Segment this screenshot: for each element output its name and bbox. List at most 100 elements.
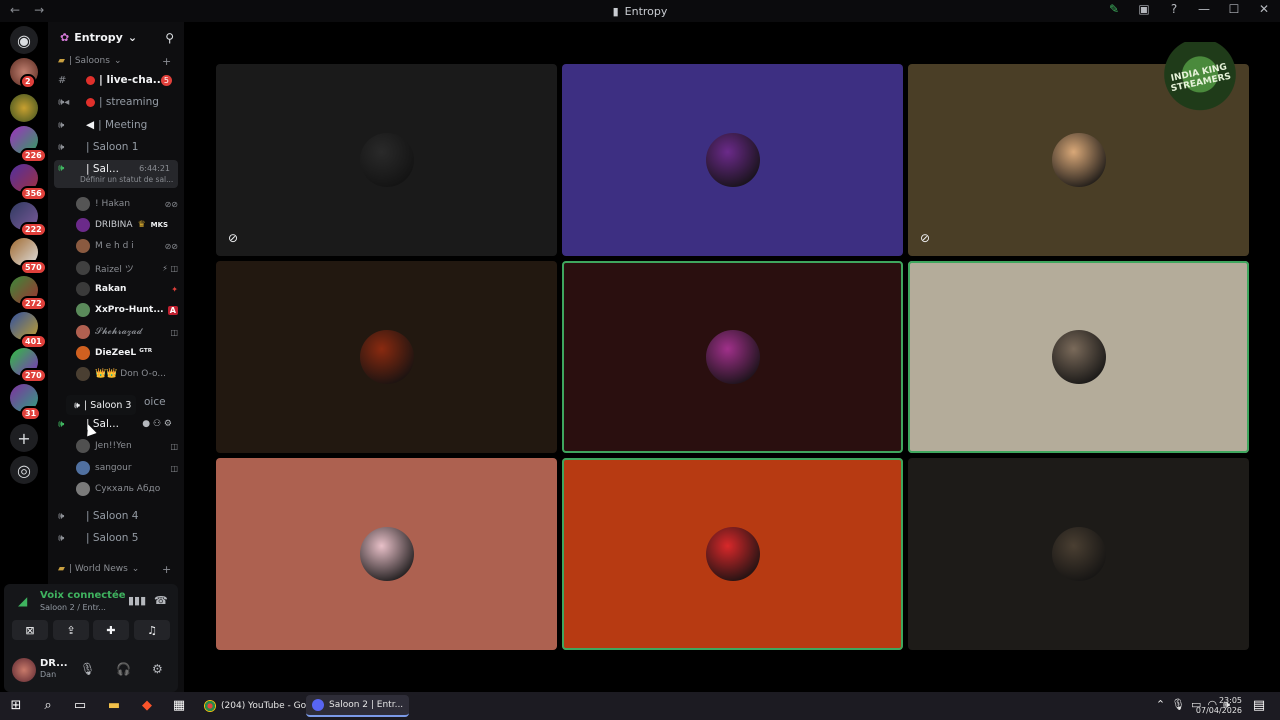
red-dot-icon — [86, 97, 95, 107]
channel-saloon-5[interactable]: 🕪 | Saloon 5 — [54, 528, 178, 548]
voice-user[interactable]: 𝓢𝓱𝓮𝓱𝓻𝓪𝔃𝓪𝓭 ◫ — [76, 322, 178, 342]
participant-tile[interactable] — [908, 458, 1249, 650]
channel-status-prompt[interactable]: Définir un statut de sal... — [80, 175, 173, 184]
server-header[interactable]: ✿ Entropy ⌄ ⚲ — [48, 22, 184, 52]
avatar[interactable] — [12, 658, 36, 682]
activities-button[interactable]: ✚ — [93, 620, 129, 640]
folder-icon: ▰ — [58, 56, 65, 66]
channel-live-chat[interactable]: # | live-cha... 5 — [54, 70, 178, 90]
channel-streaming[interactable]: 🕪◂ | streaming — [54, 92, 178, 112]
add-channel-icon[interactable]: + — [162, 563, 171, 576]
maximize-button[interactable]: ☐ — [1226, 2, 1242, 16]
channel-saloon-hover[interactable]: 🕪 | Sal... ● ⚇ ⚙ — [54, 414, 178, 434]
discover-icon[interactable]: ◎ — [10, 456, 38, 484]
voice-user[interactable]: M e h d i ⊘⊘ — [76, 236, 178, 256]
signal-icon[interactable]: ◢ — [18, 594, 27, 608]
user-name[interactable]: DR... — [40, 658, 68, 669]
inbox-icon[interactable]: ▣ — [1136, 2, 1152, 16]
avatar — [1051, 527, 1106, 581]
clock[interactable]: 23:05 07/04/2026 — [1196, 696, 1242, 716]
participant-tile[interactable] — [908, 261, 1249, 453]
username: Jen!!Yen — [95, 441, 132, 451]
logo-text: INDIA KING STREAMERS — [1170, 62, 1233, 95]
task-view-icon[interactable]: ▭ — [71, 698, 89, 714]
speaker-icon: 🕪 — [58, 532, 65, 544]
soundboard-button[interactable]: ♫ — [134, 620, 170, 640]
chevron-up-icon[interactable]: ⌃ — [1156, 698, 1165, 712]
server-icon[interactable] — [10, 94, 38, 122]
chevron-down-icon: ⌄ — [113, 56, 122, 66]
channel-meeting[interactable]: 🕪 ◀ | Meeting — [54, 115, 178, 135]
minimize-button[interactable]: — — [1196, 2, 1212, 16]
discord-home-icon[interactable]: ◉ — [10, 26, 38, 54]
speaker-icon: 🕪 — [58, 418, 65, 430]
calendar-app-icon[interactable]: ▦ — [170, 698, 188, 714]
participant-tile[interactable]: ⊘ — [216, 64, 557, 256]
notifications-icon[interactable]: ▤ — [1250, 698, 1268, 714]
user-status: Dan — [40, 670, 57, 679]
invite-icon[interactable]: ⚲ — [165, 31, 174, 45]
channel-label: | Saloon 4 — [86, 510, 139, 522]
voice-user[interactable]: 👑👑 Don O-o... — [76, 364, 178, 384]
microphone-icon[interactable]: 🎙 — [1171, 698, 1185, 712]
category-saloons[interactable]: ▰ | Saloons ⌄ + — [58, 55, 171, 68]
camera-button[interactable]: ⊠ — [12, 620, 48, 640]
avatar — [705, 133, 760, 187]
screen-share-button[interactable]: ⇪ — [53, 620, 89, 640]
username: ! Hakan — [95, 199, 131, 209]
username: Rakan — [95, 284, 127, 294]
red-dot-icon — [86, 75, 95, 85]
mention-badge: 272 — [20, 296, 47, 311]
nitro-leaf-icon[interactable]: ✎ — [1106, 2, 1122, 16]
channel-saloon-1[interactable]: 🕪 | Saloon 1 — [54, 137, 178, 157]
add-server-icon[interactable]: + — [10, 424, 38, 452]
voice-user[interactable]: DieZeeL ᴳᵀᴿ — [76, 343, 178, 363]
voice-user[interactable]: sangour ◫ — [76, 458, 178, 478]
avatar — [359, 330, 414, 384]
voice-channel[interactable]: Saloon 2 / Entr... — [40, 603, 106, 612]
microphone-icon[interactable]: 🎙 — [80, 662, 95, 676]
speaker-icon: 🕪 — [58, 141, 65, 153]
voice-user[interactable]: Сукхаль Абдо — [76, 479, 178, 499]
taskbar-app-youtube[interactable]: (204) YouTube - Go... — [198, 695, 321, 717]
voice-user[interactable]: Rakan ✦ — [76, 279, 178, 299]
channel-label: | live-cha... — [99, 74, 165, 86]
category-world-news[interactable]: ▰ | World News ⌄ + — [58, 563, 171, 576]
participant-tile[interactable] — [562, 64, 903, 256]
participant-tile[interactable] — [562, 458, 903, 650]
voice-user[interactable]: XxPro-Hunt... A — [76, 300, 178, 320]
voice-user[interactable]: Jen!!Yen ◫ — [76, 436, 178, 456]
headphones-icon[interactable]: 🎧 — [116, 662, 131, 676]
brave-browser-icon[interactable]: ◆ — [138, 698, 156, 714]
voice-user[interactable]: DRIBINA ♛ MKS — [76, 215, 178, 235]
tooltip-text: | Saloon 3 — [84, 399, 132, 411]
window-controls: ✎ ▣ ? — ☐ ✕ — [1106, 2, 1272, 16]
speaker-icon: 🕪 — [58, 163, 65, 174]
add-channel-icon[interactable]: + — [162, 55, 171, 68]
channel-saloon-2-active[interactable]: 🕪 | Sal... 6:44:21 Définir un statut de … — [54, 160, 178, 188]
help-icon[interactable]: ? — [1166, 2, 1182, 16]
settings-gear-icon[interactable]: ⚙ — [152, 662, 163, 676]
participant-tile[interactable] — [216, 261, 557, 453]
screen-share-icon: ⇪ — [66, 623, 76, 637]
voice-user[interactable]: ! Hakan ⊘⊘ — [76, 194, 178, 214]
file-explorer-icon[interactable]: ▬ — [105, 698, 123, 714]
windows-start-icon[interactable]: ⊞ — [7, 698, 25, 714]
disconnect-icon[interactable]: ☎ — [154, 594, 168, 607]
channel-saloon-4[interactable]: 🕪 | Saloon 4 — [54, 506, 178, 526]
channel-actions[interactable]: ● ⚇ ⚙ — [142, 419, 172, 429]
search-icon[interactable]: ⌕ — [39, 698, 57, 714]
voice-user[interactable]: Raizel ツ ⚡ ◫ — [76, 258, 178, 278]
channel-label: | Saloon 5 — [86, 532, 139, 544]
participant-tile[interactable] — [562, 261, 903, 453]
mention-badge: 222 — [20, 222, 47, 237]
mention-badge: 270 — [20, 368, 47, 383]
taskbar-app-discord[interactable]: Saloon 2 | Entr... — [306, 695, 410, 717]
close-button[interactable]: ✕ — [1256, 2, 1272, 16]
game-icon: A — [167, 305, 178, 315]
participant-tile[interactable] — [216, 458, 557, 650]
hidden-channel-fragment[interactable]: oice — [140, 392, 180, 412]
voice-status[interactable]: Voix connectée — [40, 590, 126, 601]
channel-label: | streaming — [99, 96, 159, 108]
noise-suppression-icon[interactable]: ▮▮▮ — [128, 594, 146, 607]
